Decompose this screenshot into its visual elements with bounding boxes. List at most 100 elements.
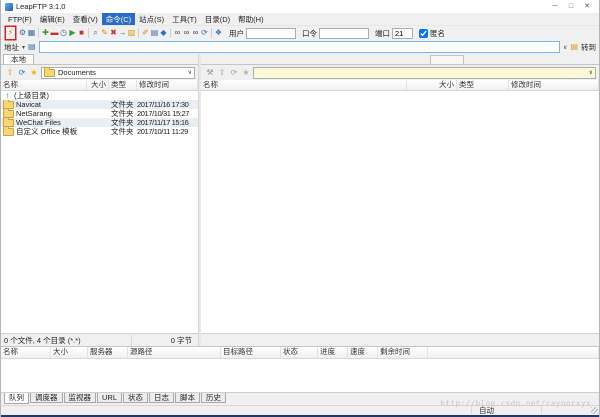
column-header[interactable]: 目标路径: [221, 347, 281, 358]
column-header[interactable]: 进度: [318, 347, 348, 358]
transfer-stop-icon[interactable]: ■: [77, 27, 86, 39]
up-directory-icon[interactable]: ⇧: [4, 68, 16, 77]
site-manager-icon[interactable]: ▦: [27, 27, 36, 39]
view-file-icon[interactable]: ⌕: [91, 27, 100, 39]
menu-help[interactable]: 帮助(H): [234, 13, 267, 26]
status-mode: 自动: [479, 406, 494, 415]
column-header[interactable]: 名称: [201, 80, 407, 90]
tab-local[interactable]: 本地: [3, 54, 34, 64]
queue-remove-icon[interactable]: ▬: [50, 27, 59, 39]
connect-icon[interactable]: ⚡: [6, 27, 15, 39]
quick-connect-icon[interactable]: ❖: [214, 27, 223, 39]
transfer-start-icon[interactable]: ▶: [68, 27, 77, 39]
column-header[interactable]: 类型: [109, 80, 137, 90]
bottom-tab-2[interactable]: 监视器: [63, 393, 96, 403]
schedule-icon[interactable]: ◷: [59, 27, 68, 39]
column-header[interactable]: 名称: [1, 80, 87, 90]
column-header[interactable]: 源路径: [128, 347, 221, 358]
menu-ftp[interactable]: FTP(F): [4, 14, 36, 25]
chevron-down-icon[interactable]: ∨: [188, 69, 192, 76]
up-directory-icon[interactable]: ⇧: [216, 68, 228, 77]
bottom-tab-0[interactable]: 队列: [4, 393, 29, 404]
column-header[interactable]: 类型: [457, 80, 509, 90]
refresh-list-icon[interactable]: ⟳: [200, 27, 209, 39]
address-dropdown-icon[interactable]: ▾: [22, 44, 25, 51]
column-header[interactable]: 服务器: [88, 347, 128, 358]
sync-icon[interactable]: ◆: [159, 27, 168, 39]
address-label: 地址: [4, 42, 19, 52]
delete-file-icon[interactable]: ✖: [109, 27, 118, 39]
menu-view[interactable]: 查看(V): [69, 13, 102, 26]
menu-directory[interactable]: 目录(D): [201, 13, 234, 26]
chevron-down-icon[interactable]: ∨: [589, 69, 593, 76]
move-file-icon[interactable]: →: [118, 27, 127, 39]
main-toolbar-icons: ⚡ ⚙ ▦ ✚ ▬ ◷ ▶ ■ ⌕ ✎ ✖ → ▨ ✐ ▤ ◆ ∞ ∞ ∞ ⟳ ❖: [4, 27, 223, 39]
column-header[interactable]: 大小: [407, 80, 457, 90]
favorites-icon[interactable]: ★: [240, 68, 252, 77]
queue-add-icon[interactable]: ✚: [41, 27, 50, 39]
menu-command[interactable]: 命令(C): [101, 12, 136, 26]
file-row[interactable]: 自定义 Office 模板 文件夹 2017/10/11 11:29: [1, 127, 198, 136]
go-button[interactable]: 转到: [581, 42, 596, 53]
remote-path-combo[interactable]: ∨: [253, 66, 596, 79]
find-next-icon[interactable]: ∞: [182, 27, 191, 39]
column-header[interactable]: 修改时间: [509, 80, 599, 90]
file-row[interactable]: WeChat Files 文件夹 2017/11/17 15:16: [1, 118, 198, 127]
remote-list-header: 名称 大小 类型 修改时间: [201, 80, 599, 91]
column-header[interactable]: 剩余时间: [378, 347, 428, 358]
find-again-icon[interactable]: ∞: [191, 27, 200, 39]
local-path-combo[interactable]: Documents ∨: [41, 66, 195, 79]
toolbar-separator: [138, 28, 139, 38]
password-input[interactable]: [319, 27, 369, 39]
file-properties-icon[interactable]: ▤: [150, 27, 159, 39]
minimize-button[interactable]: ─: [547, 0, 563, 13]
file-row[interactable]: NetSarang 文件夹 2017/10/31 15:27: [1, 109, 198, 118]
user-input[interactable]: [246, 27, 296, 39]
bottom-tab-1[interactable]: 调度器: [30, 393, 63, 403]
column-header[interactable]: 速度: [348, 347, 378, 358]
menu-edit[interactable]: 编辑(E): [36, 13, 69, 26]
column-header[interactable]: 修改时间: [137, 80, 198, 90]
maximize-button[interactable]: □: [563, 0, 579, 13]
bottom-tab-7[interactable]: 历史: [201, 393, 227, 403]
settings-icon[interactable]: ⚙: [18, 27, 27, 39]
close-button[interactable]: ✕: [579, 0, 595, 13]
local-file-list[interactable]: ↑ (上级目录) Navicat 文件夹 2017/11/16 17:30 Net…: [1, 91, 198, 333]
queue-body[interactable]: [1, 359, 599, 392]
port-label: 端口: [375, 28, 390, 38]
address-bar: 地址 ▾ ▤ ∨ ▤ 转到: [1, 40, 599, 54]
anonymous-checkbox[interactable]: [419, 28, 428, 38]
toolbar-separator: [88, 28, 89, 38]
transfer-tools-icon[interactable]: ⚒: [204, 68, 216, 77]
favorites-icon[interactable]: ★: [28, 68, 40, 77]
port-input[interactable]: [392, 27, 413, 39]
address-input[interactable]: [38, 41, 561, 53]
column-header[interactable]: [428, 347, 599, 358]
remote-blank-tab[interactable]: [430, 55, 464, 64]
refresh-icon[interactable]: ⟳: [228, 68, 240, 77]
parent-directory-row[interactable]: ↑ (上级目录): [1, 91, 198, 100]
remote-file-list[interactable]: [201, 91, 599, 333]
bottom-tab-5[interactable]: 日志: [149, 393, 175, 403]
resize-grip[interactable]: [591, 407, 598, 414]
file-row[interactable]: Navicat 文件夹 2017/11/16 17:30: [1, 100, 198, 109]
make-directory-icon[interactable]: ▨: [127, 27, 136, 39]
column-header[interactable]: 状态: [281, 347, 318, 358]
find-icon[interactable]: ∞: [173, 27, 182, 39]
local-status-bytes: 0 字节: [131, 334, 198, 346]
column-header[interactable]: 大小: [51, 347, 88, 358]
local-list-header: 名称 大小 类型 修改时间: [1, 80, 198, 91]
rename-icon[interactable]: ✐: [141, 27, 150, 39]
column-header[interactable]: 名称: [1, 347, 51, 358]
bottom-tab-3[interactable]: URL: [97, 393, 123, 403]
menu-site[interactable]: 站点(S): [135, 13, 168, 26]
bottom-tab-4[interactable]: 状态: [123, 393, 149, 403]
remote-tabstrip: [201, 54, 599, 65]
address-history-icon[interactable]: ∨: [563, 44, 567, 51]
menu-tools[interactable]: 工具(T): [168, 13, 201, 26]
bottom-tabs: 队列 调度器 监视器 URL 状态 日志 脚本 历史: [1, 392, 599, 405]
edit-file-icon[interactable]: ✎: [100, 27, 109, 39]
refresh-icon[interactable]: ⟳: [16, 68, 28, 77]
bottom-tab-6[interactable]: 脚本: [175, 393, 201, 403]
column-header[interactable]: 大小: [87, 80, 109, 90]
